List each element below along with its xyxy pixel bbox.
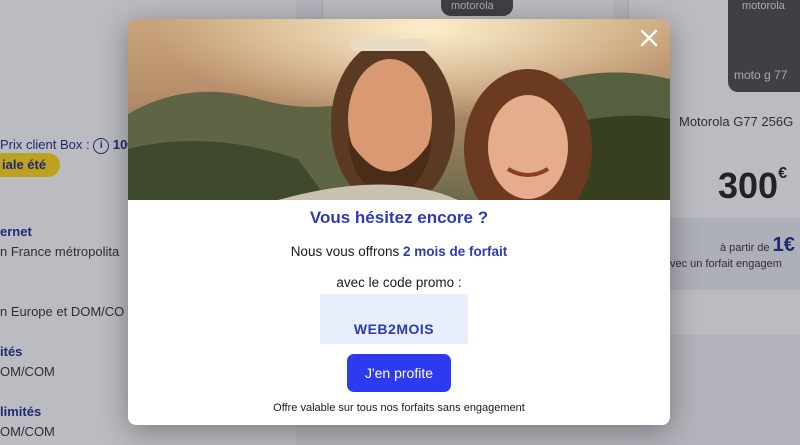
- offer-text: Nous vous offrons 2 mois de forfait: [128, 244, 670, 259]
- couple-selfie-image: [128, 19, 670, 200]
- promo-label: avec le code promo :: [336, 275, 462, 290]
- offer-highlight: 2 mois de forfait: [403, 244, 508, 259]
- hero-photo: [128, 19, 670, 200]
- modal-title: Vous hésitez encore ?: [309, 208, 489, 227]
- close-icon: [640, 29, 658, 47]
- promo-code-box[interactable]: WEB2MOIS: [320, 294, 468, 344]
- close-button[interactable]: [636, 25, 662, 51]
- promo-code: WEB2MOIS: [353, 321, 435, 337]
- promo-modal: Vous hésitez encore ? Nous vous offrons …: [128, 19, 670, 425]
- cta-button[interactable]: J'en profite: [347, 354, 451, 392]
- offer-prefix: Nous vous offrons: [290, 244, 400, 259]
- offer-footnote: Offre valable sur tous nos forfaits sans…: [273, 402, 525, 414]
